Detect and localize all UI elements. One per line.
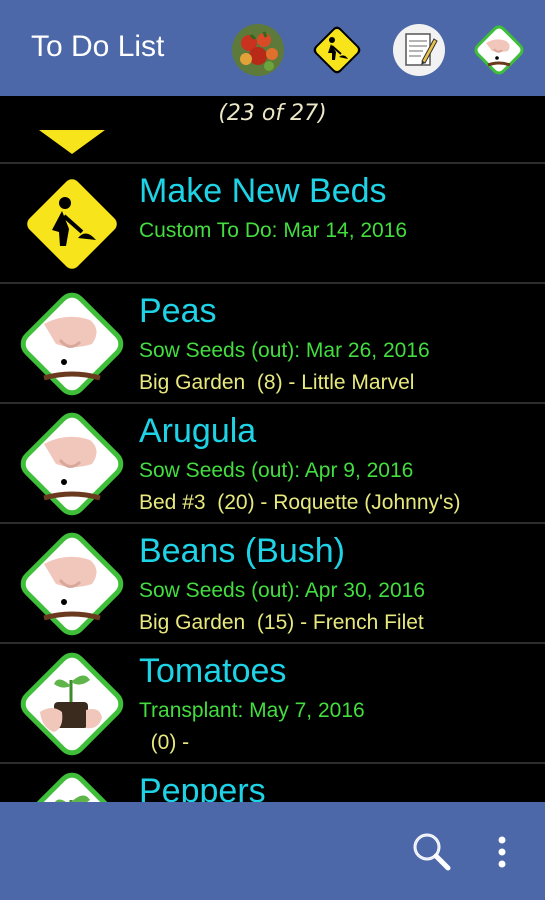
item-task: Custom To Do: Mar 14, 2016 bbox=[139, 219, 408, 242]
item-name: Peas bbox=[139, 292, 217, 330]
overflow-menu-icon bbox=[498, 836, 506, 868]
vegetables-icon bbox=[232, 24, 284, 76]
vegetables-button[interactable] bbox=[231, 23, 285, 77]
construction-icon bbox=[14, 166, 130, 282]
item-task: Sow Seeds (out): Mar 26, 2016 bbox=[139, 339, 430, 362]
item-detail: Big Garden (8) - Little Marvel bbox=[139, 371, 415, 394]
transplant-icon bbox=[14, 646, 130, 762]
transplant-icon bbox=[14, 766, 130, 802]
sow-seeds-icon bbox=[14, 526, 130, 642]
item-detail: Bed #3 (20) - Roquette (Johnny's) bbox=[139, 491, 461, 514]
list-item[interactable]: Peppers bbox=[0, 762, 545, 802]
sow-seeds-icon bbox=[14, 286, 130, 402]
todo-list[interactable]: Make New Beds Custom To Do: Mar 14, 2016… bbox=[0, 128, 545, 802]
list-item[interactable]: Beans (Bush) Sow Seeds (out): Apr 30, 20… bbox=[0, 522, 545, 643]
item-detail: Big Garden (15) - French Filet bbox=[139, 611, 424, 634]
notepad-button[interactable] bbox=[392, 23, 446, 77]
list-item[interactable]: Arugula Sow Seeds (out): Apr 9, 2016 Bed… bbox=[0, 402, 545, 523]
item-task: Sow Seeds (out): Apr 30, 2016 bbox=[139, 579, 426, 602]
sow-seeds-icon bbox=[474, 25, 524, 75]
item-counter: (23 of 27) bbox=[218, 101, 327, 126]
search-button[interactable] bbox=[410, 830, 454, 874]
construction-button[interactable] bbox=[310, 23, 364, 77]
item-task: Sow Seeds (out): Apr 9, 2016 bbox=[139, 459, 414, 482]
search-icon bbox=[413, 833, 451, 871]
sow-seeds-button[interactable] bbox=[472, 23, 526, 77]
item-name: Peppers bbox=[139, 772, 266, 802]
list-item[interactable]: Tomatoes Transplant: May 7, 2016 (0) - bbox=[0, 642, 545, 763]
sow-seeds-icon bbox=[14, 406, 130, 522]
bottom-bar bbox=[0, 802, 545, 900]
item-task: Transplant: May 7, 2016 bbox=[139, 699, 365, 722]
app-bar: To Do List bbox=[0, 0, 545, 96]
item-name: Beans (Bush) bbox=[139, 532, 345, 570]
more-options-button[interactable] bbox=[494, 832, 510, 872]
item-name: Tomatoes bbox=[139, 652, 287, 690]
item-name: Arugula bbox=[139, 412, 257, 450]
page-title: To Do List bbox=[31, 30, 165, 63]
construction-icon bbox=[39, 130, 105, 154]
list-item[interactable]: Peas Sow Seeds (out): Mar 26, 2016 Big G… bbox=[0, 282, 545, 403]
list-item[interactable]: Make New Beds Custom To Do: Mar 14, 2016 bbox=[0, 162, 545, 283]
notepad-icon bbox=[393, 24, 445, 76]
item-name: Make New Beds bbox=[139, 172, 387, 210]
construction-icon bbox=[313, 26, 361, 74]
item-detail: (0) - bbox=[139, 731, 190, 754]
